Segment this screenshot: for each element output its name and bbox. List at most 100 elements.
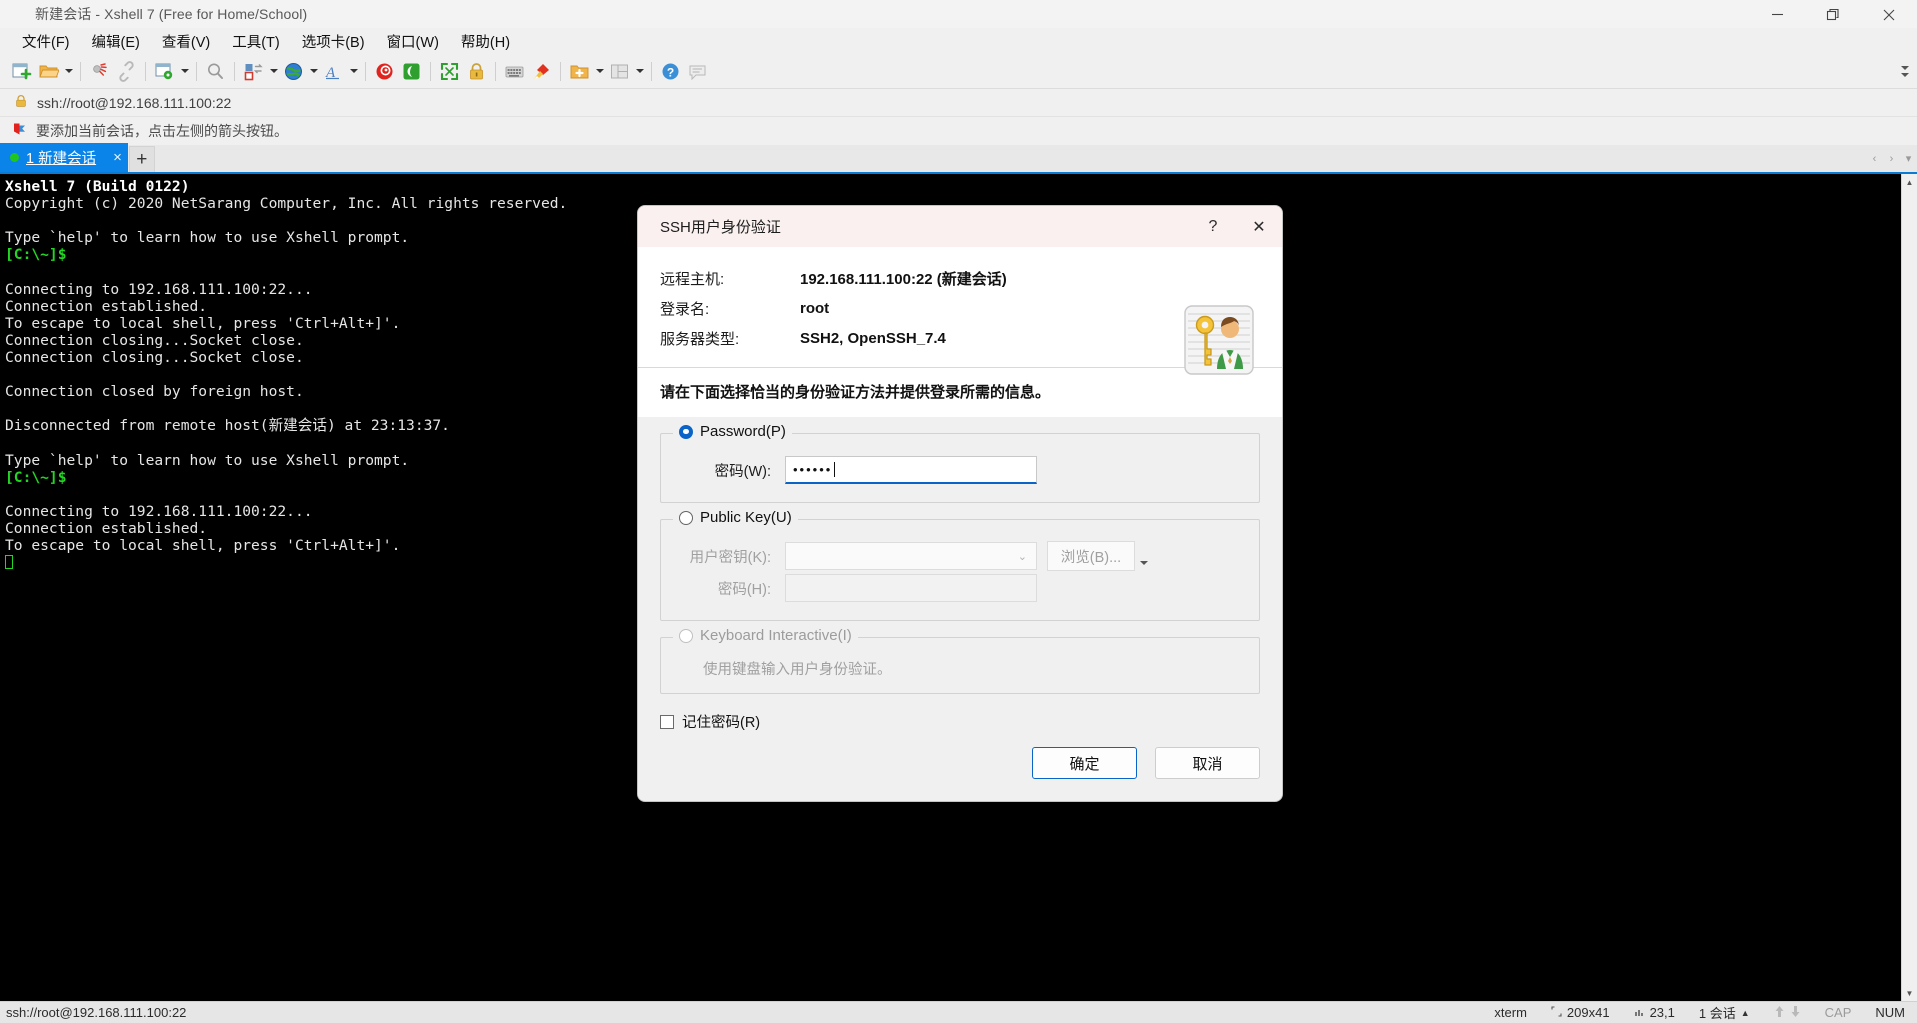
menu-tools[interactable]: 工具(T) <box>222 28 290 55</box>
keyboard-interactive-group: Keyboard Interactive(I) 使用键盘输入用户身份验证。 <box>660 627 1260 694</box>
keyboard-interactive-radio[interactable] <box>679 628 693 643</box>
status-size-cell: 209x41 <box>1539 1005 1622 1020</box>
browse-button[interactable]: 浏览(B)... <box>1047 541 1135 571</box>
status-size: 209x41 <box>1566 1005 1610 1020</box>
dialog-help-icon[interactable]: ? <box>1190 206 1236 247</box>
toolbar-overflow-chevron[interactable] <box>1897 54 1913 89</box>
properties-dropdown-icon[interactable] <box>178 58 191 85</box>
address-url[interactable]: ssh://root@192.168.111.100:22 <box>37 95 231 111</box>
status-sessions-cell[interactable]: 1 会话 ▲ <box>1687 1003 1762 1022</box>
address-bar[interactable]: ssh://root@192.168.111.100:22 <box>0 89 1917 117</box>
upload-arrow-icon <box>1774 1005 1785 1021</box>
window-controls <box>1749 0 1917 29</box>
lock-icon[interactable] <box>463 58 490 85</box>
remember-password-row[interactable]: 记住密码(R) <box>660 711 1260 732</box>
tab-strip: 1 新建会话 × + ‹ › ▾ <box>0 143 1917 174</box>
publickey-radio-row[interactable]: Public Key(U) <box>673 509 798 526</box>
toolbar-separator <box>196 61 197 81</box>
password-radio[interactable] <box>679 424 693 439</box>
status-num: NUM <box>1875 1005 1905 1020</box>
publickey-radio[interactable] <box>679 510 693 525</box>
menu-tab[interactable]: 选项卡(B) <box>292 28 375 55</box>
xshell-icon[interactable] <box>371 58 398 85</box>
menu-file[interactable]: 文件(F) <box>12 28 80 55</box>
userkey-select[interactable]: ⌄ <box>785 542 1037 570</box>
tab-status-dot-icon <box>10 153 19 162</box>
dialog-titlebar-buttons: ? ✕ <box>1190 206 1282 247</box>
remember-password-checkbox[interactable] <box>660 714 674 729</box>
scroll-up-icon[interactable]: ▲ <box>1902 174 1917 190</box>
remember-password-label: 记住密码(R) <box>682 715 761 731</box>
font-icon[interactable]: A <box>320 58 347 85</box>
menu-view[interactable]: 查看(V) <box>152 28 220 55</box>
add-folder-icon[interactable] <box>566 58 593 85</box>
servertype-label: 服务器类型: <box>660 330 740 348</box>
cursor-pos-icon <box>1634 1005 1645 1020</box>
transfer-icon[interactable] <box>240 58 267 85</box>
menu-help[interactable]: 帮助(H) <box>451 28 520 55</box>
sessions-expand-icon[interactable]: ▲ <box>1741 1008 1750 1018</box>
tab-session-1[interactable]: 1 新建会话 × <box>0 143 128 172</box>
toolbar-separator <box>80 61 81 81</box>
password-label: 密码(W): <box>714 463 771 480</box>
tab-scroll-right-icon[interactable]: › <box>1883 145 1900 172</box>
userkey-field-row: 用户密钥(K): ⌄ 浏览(B)... <box>677 540 1243 572</box>
comment-icon[interactable] <box>684 58 711 85</box>
new-tab-button[interactable]: + <box>128 146 155 172</box>
keyboard-icon[interactable] <box>501 58 528 85</box>
toolbar-separator <box>560 61 561 81</box>
cancel-button[interactable]: 取消 <box>1155 747 1260 779</box>
password-group: Password(P) 密码(W): •••••• <box>660 423 1260 503</box>
find-icon[interactable] <box>202 58 229 85</box>
keyboard-radio-row[interactable]: Keyboard Interactive(I) <box>673 627 858 644</box>
xftp-icon[interactable] <box>398 58 425 85</box>
keypassword-label: 密码(H): <box>717 581 771 598</box>
password-input[interactable]: •••••• <box>785 456 1037 484</box>
restore-icon[interactable] <box>1805 0 1861 29</box>
open-folder-icon[interactable] <box>35 58 62 85</box>
keypassword-field-row: 密码(H): <box>677 572 1243 604</box>
tab-label: 1 新建会话 <box>26 151 97 167</box>
scroll-down-icon[interactable]: ▼ <box>1902 985 1917 1001</box>
properties-icon[interactable] <box>151 58 178 85</box>
toolbar: A ? <box>0 54 1917 89</box>
dialog-close-icon[interactable]: ✕ <box>1236 206 1282 247</box>
statusbar: ssh://root@192.168.111.100:22 xterm 209x… <box>0 1001 1917 1023</box>
layout-icon[interactable] <box>606 58 633 85</box>
tab-close-icon[interactable]: × <box>113 150 122 165</box>
minimize-icon[interactable] <box>1749 0 1805 29</box>
menu-edit[interactable]: 编辑(E) <box>82 28 150 55</box>
new-session-icon[interactable] <box>8 58 35 85</box>
terminal-line: Xshell 7 (Build 0122) <box>5 178 190 195</box>
highlight-icon[interactable] <box>528 58 555 85</box>
font-dropdown-icon[interactable] <box>347 58 360 85</box>
browse-dropdown-icon[interactable] <box>1135 541 1152 571</box>
ok-button[interactable]: 确定 <box>1032 747 1137 779</box>
chevron-down-icon: ⌄ <box>1017 550 1027 563</box>
tab-list-icon[interactable]: ▾ <box>1900 145 1917 172</box>
status-sessions: 1 会话 <box>1698 1006 1736 1021</box>
toolbar-separator <box>430 61 431 81</box>
menu-window[interactable]: 窗口(W) <box>377 28 449 55</box>
session-manager-icon[interactable] <box>86 58 113 85</box>
status-right: xterm 209x41 23,1 1 会话 ▲ CAP NUM <box>1482 1003 1917 1022</box>
help-icon[interactable]: ? <box>657 58 684 85</box>
transfer-dropdown-icon[interactable] <box>267 58 280 85</box>
keypassword-input[interactable] <box>785 574 1037 602</box>
password-radio-row[interactable]: Password(P) <box>673 423 792 440</box>
tab-scroll-left-icon[interactable]: ‹ <box>1866 145 1883 172</box>
globe-icon[interactable] <box>280 58 307 85</box>
dialog-main: Password(P) 密码(W): •••••• Public Key(U) … <box>638 423 1282 797</box>
scroll-track[interactable] <box>1902 190 1917 985</box>
open-folder-dropdown-icon[interactable] <box>62 58 75 85</box>
password-field-row: 密码(W): •••••• <box>677 454 1243 486</box>
close-icon[interactable] <box>1861 0 1917 29</box>
fullscreen-icon[interactable] <box>436 58 463 85</box>
link-icon[interactable] <box>113 58 140 85</box>
bookmark-flag-icon <box>12 122 27 141</box>
terminal-scrollbar[interactable]: ▲ ▼ <box>1901 174 1917 1001</box>
add-folder-dropdown-icon[interactable] <box>593 58 606 85</box>
layout-dropdown-icon[interactable] <box>633 58 646 85</box>
globe-dropdown-icon[interactable] <box>307 58 320 85</box>
info-row-host: 远程主机: 192.168.111.100:22 (新建会话) <box>660 263 1260 293</box>
